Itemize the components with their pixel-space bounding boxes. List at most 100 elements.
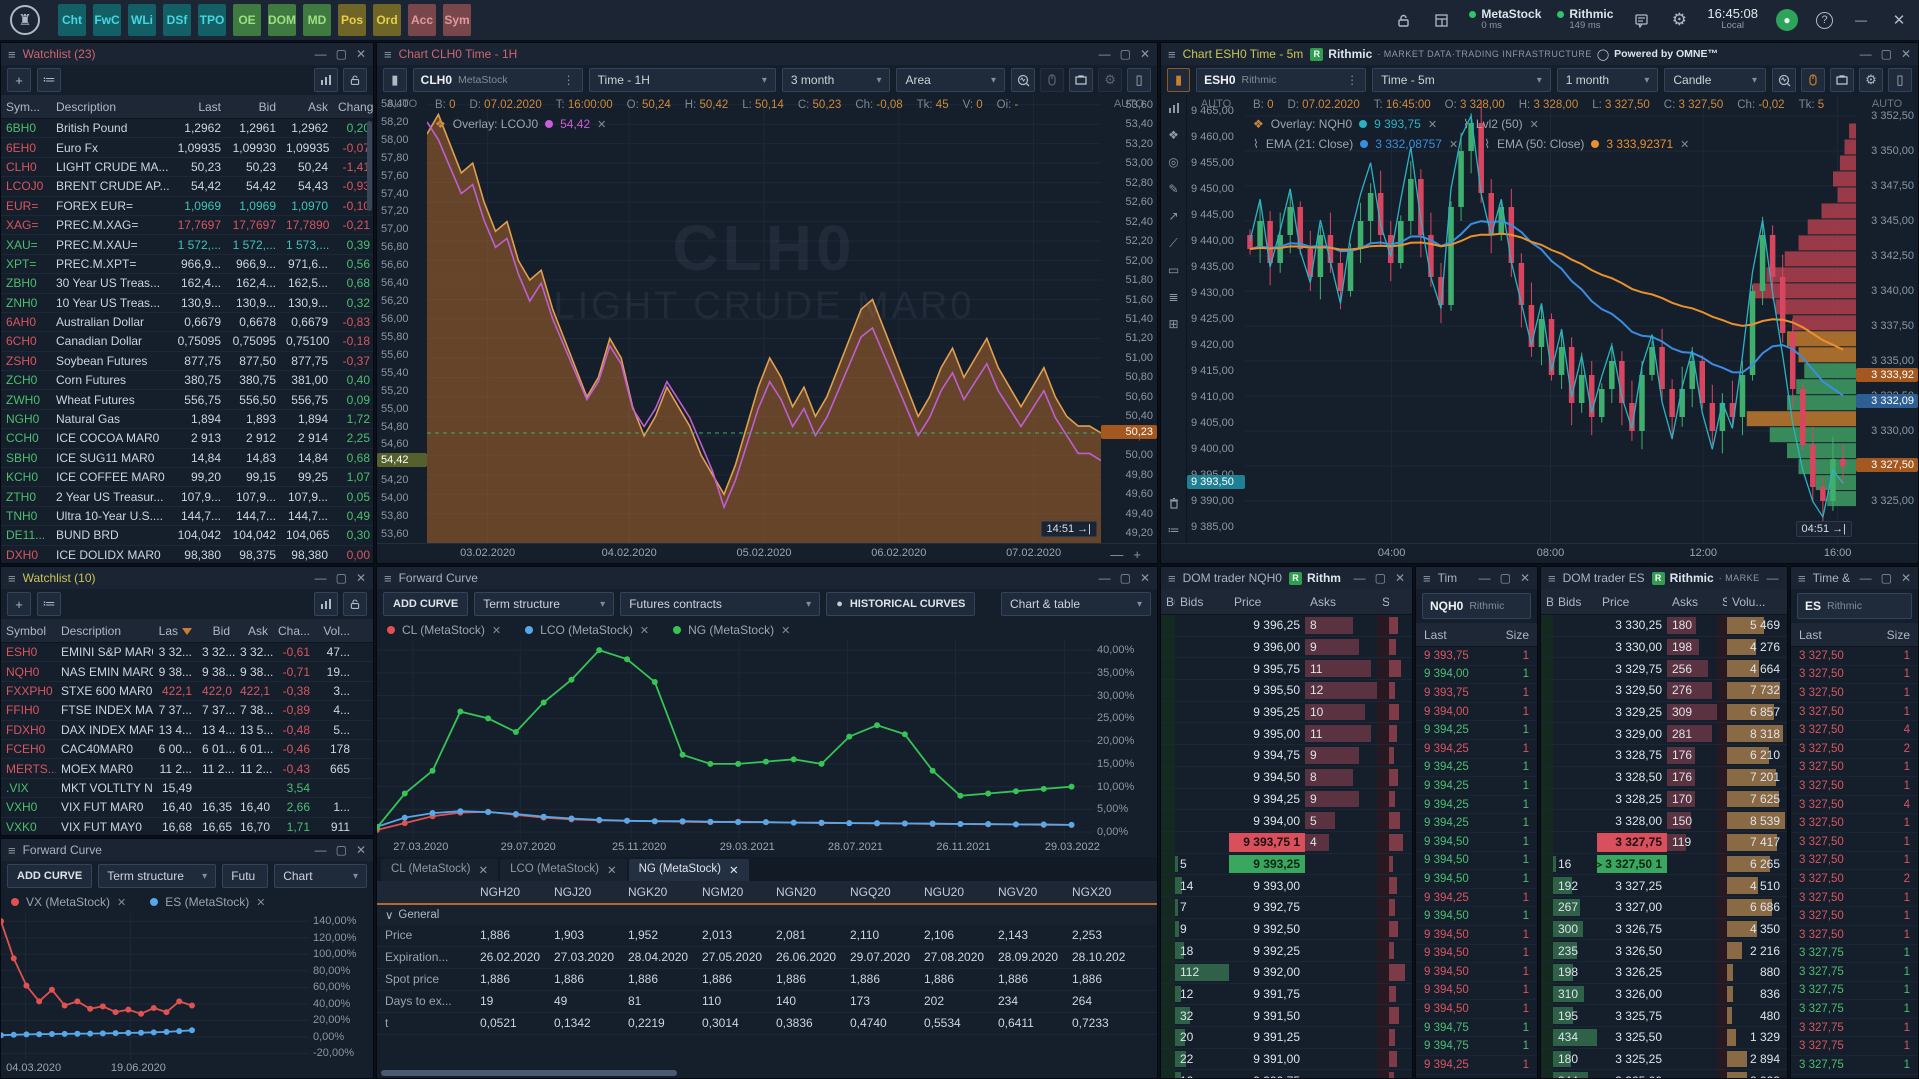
trade-row[interactable]: 9 394,501: [1416, 907, 1537, 926]
maximize-icon[interactable]: ▢: [336, 49, 347, 59]
ask-size-cell[interactable]: 8: [1305, 767, 1377, 788]
minimize-icon[interactable]: —: [315, 49, 327, 59]
trade-row[interactable]: 3 327,504: [1791, 721, 1918, 740]
dom-price-row[interactable]: 9 395,5012: [1161, 680, 1412, 702]
trash-icon[interactable]: [1165, 494, 1183, 512]
bid-size-cell[interactable]: [1175, 832, 1229, 853]
watchlist-row-VXK0[interactable]: VXK0VIX FUT MAY016,6816,6516,701,71911: [1, 818, 373, 835]
column-header-ask[interactable]: Ask: [281, 100, 333, 114]
menu-icon[interactable]: ≡: [1168, 47, 1176, 62]
sell-cell[interactable]: [1717, 658, 1727, 679]
watchlist-row-6EH0[interactable]: 6EH0Euro Fx1,099351,099301,09935-0,07: [1, 138, 373, 157]
panel-right-icon[interactable]: ▯: [1888, 68, 1912, 92]
dom-price-row[interactable]: 329 391,50: [1161, 1005, 1412, 1027]
dom-price-row[interactable]: 3 330,251805 469: [1541, 615, 1787, 637]
trade-row[interactable]: 9 394,501: [1416, 1000, 1537, 1019]
sell-cell[interactable]: [1377, 962, 1389, 983]
dom-column-asks[interactable]: Asks: [1305, 595, 1377, 609]
chart-settings-icon[interactable]: ⚙: [1859, 68, 1883, 92]
sell-cell[interactable]: [1717, 702, 1727, 723]
order-panel-icon[interactable]: [1069, 68, 1093, 92]
buy-cell[interactable]: [1161, 897, 1175, 918]
dom-price-row[interactable]: 2353 326,502 216: [1541, 940, 1787, 962]
watchlist-row-6CH0[interactable]: 6CH0Canadian Dollar0,750950,750950,75100…: [1, 332, 373, 351]
nav-button-pos[interactable]: Pos: [338, 4, 366, 36]
sell-cell[interactable]: [1377, 767, 1389, 788]
dom-price-row[interactable]: 3 329,502767 732: [1541, 680, 1787, 702]
dom-price-row[interactable]: 9 395,7511: [1161, 658, 1412, 680]
sell-cell[interactable]: [1377, 702, 1389, 723]
price-cell[interactable]: 3 330,00: [1597, 637, 1667, 658]
sell-cell[interactable]: [1717, 897, 1727, 918]
dom-column-bids[interactable]: Bids: [1553, 595, 1597, 609]
trade-row[interactable]: 3 327,751: [1791, 982, 1918, 1001]
price-cell[interactable]: 9 391,00: [1229, 1049, 1305, 1070]
contract-header-NGQ20[interactable]: NGQ20: [842, 885, 916, 899]
term-structure-select[interactable]: Term structure▾: [474, 592, 614, 616]
buy-cell[interactable]: [1541, 1049, 1553, 1070]
contract-header-NGV20[interactable]: NGV20: [990, 885, 1064, 899]
ask-size-cell[interactable]: 180: [1667, 615, 1717, 636]
dom-column-price[interactable]: Price: [1597, 595, 1667, 609]
watchlist-row-XPT[interactable]: XPT=PREC.M.XPT=966,9...966,9...971,6...0…: [1, 255, 373, 274]
buy-cell[interactable]: [1541, 875, 1553, 896]
dom-column-bu[interactable]: Bu: [1161, 595, 1175, 609]
ask-size-cell[interactable]: [1305, 1049, 1377, 1070]
column-header-description[interactable]: Description: [51, 100, 169, 114]
sell-cell[interactable]: [1717, 875, 1727, 896]
watchlist-row-ZBH0[interactable]: ZBH030 Year US Treas...162,4...162,4...1…: [1, 274, 373, 293]
dom-column-b[interactable]: B: [1541, 595, 1553, 609]
trade-row[interactable]: 3 327,501: [1791, 833, 1918, 852]
sell-cell[interactable]: [1717, 962, 1727, 983]
buy-cell[interactable]: [1541, 962, 1553, 983]
sell-cell[interactable]: [1377, 897, 1389, 918]
watchlist-row-DXH0[interactable]: DXH0ICE DOLIDX MAR098,38098,37598,3800,0…: [1, 546, 373, 563]
ask-size-cell[interactable]: [1667, 897, 1717, 918]
contract-header-NGH20[interactable]: NGH20: [472, 885, 546, 899]
trade-row[interactable]: 3 327,751: [1791, 1056, 1918, 1075]
dom-price-row[interactable]: 1923 327,254 510: [1541, 875, 1787, 897]
price-cell[interactable]: 9 392,50: [1229, 919, 1305, 940]
dom-column-price[interactable]: Price: [1229, 595, 1305, 609]
nav-button-sym[interactable]: Sym: [443, 4, 471, 36]
minimize-icon[interactable]: —: [1354, 573, 1366, 583]
buy-cell[interactable]: [1161, 767, 1175, 788]
curve-tab-2[interactable]: NG (MetaStock)✕: [629, 859, 749, 881]
sell-cell[interactable]: [1717, 810, 1727, 831]
ask-size-cell[interactable]: [1305, 1070, 1377, 1078]
ask-size-cell[interactable]: 12: [1305, 680, 1377, 701]
price-cell[interactable]: 9 394,75: [1229, 745, 1305, 766]
chart-scanner-icon[interactable]: [1772, 68, 1796, 92]
remove-icon[interactable]: ✕: [781, 624, 790, 637]
close-icon[interactable]: ✕: [356, 49, 366, 59]
bid-size-cell[interactable]: 192: [1553, 875, 1597, 896]
curve-tab-1[interactable]: LCO (MetaStock)✕: [500, 859, 626, 881]
price-cell[interactable]: 9 390,75: [1229, 1070, 1305, 1078]
sell-cell[interactable]: [1377, 789, 1389, 810]
dom-price-row[interactable]: 3 327,751197 417: [1541, 832, 1787, 854]
timeframe-select[interactable]: Time - 5m▾: [1372, 68, 1551, 92]
bid-size-cell[interactable]: 7: [1175, 897, 1229, 918]
ask-size-cell[interactable]: [1667, 962, 1717, 983]
sell-cell[interactable]: [1377, 875, 1389, 896]
term-structure-select[interactable]: Term structure▾: [98, 864, 216, 888]
nav-button-fwc[interactable]: FwC: [93, 4, 121, 36]
dom-column-bids[interactable]: Bids: [1175, 595, 1229, 609]
range-select[interactable]: 3 month▾: [782, 68, 891, 92]
price-cell[interactable]: ▷ 3 327,50 1: [1597, 854, 1667, 875]
buy-cell[interactable]: [1161, 1049, 1175, 1070]
sell-cell[interactable]: [1717, 615, 1727, 636]
sell-cell[interactable]: [1377, 1027, 1389, 1048]
menu-icon[interactable]: ≡: [8, 843, 16, 858]
trade-row[interactable]: 9 394,251: [1416, 759, 1537, 778]
minimize-window-icon[interactable]: —: [1851, 10, 1871, 30]
maximize-icon[interactable]: ▢: [1881, 49, 1892, 59]
timeframe-select[interactable]: Time - 1H▾: [589, 68, 776, 92]
bid-size-cell[interactable]: [1175, 702, 1229, 723]
sell-cell[interactable]: [1717, 680, 1727, 701]
bid-size-cell[interactable]: 112: [1175, 962, 1229, 983]
sell-cell[interactable]: [1717, 854, 1727, 875]
sell-cell[interactable]: [1377, 745, 1389, 766]
bid-size-cell[interactable]: [1175, 615, 1229, 636]
trade-row[interactable]: 3 327,501: [1791, 926, 1918, 945]
